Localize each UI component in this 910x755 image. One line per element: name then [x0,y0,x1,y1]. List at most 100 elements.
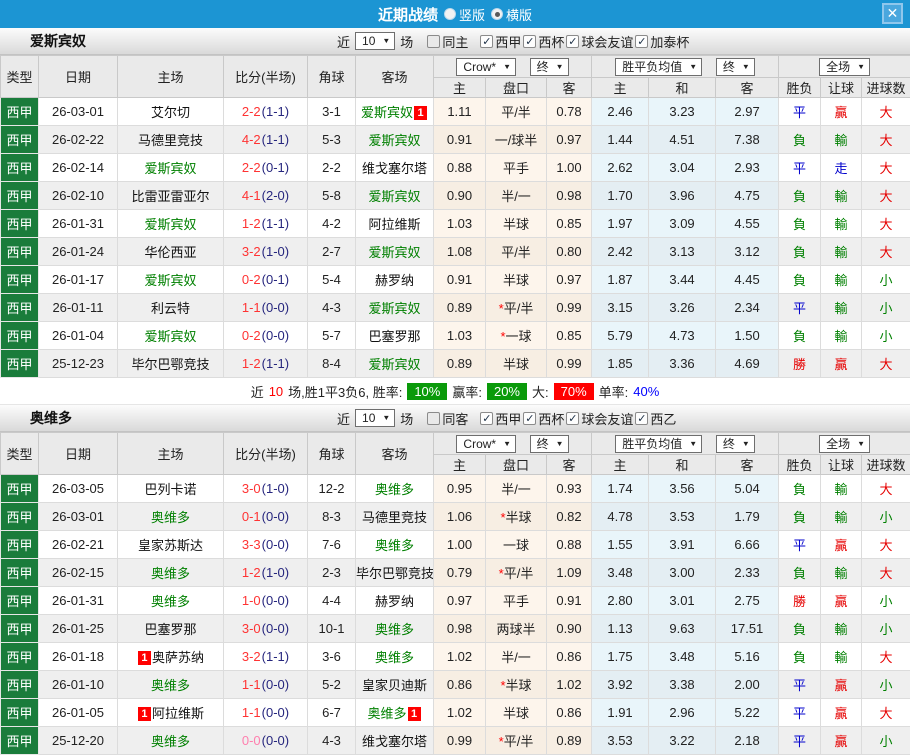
handicap-cell: 平手 [486,587,547,615]
wdl-away-cell: 7.38 [716,126,779,154]
league-checkbox-friendly[interactable]: 球会友谊 [566,32,633,51]
wdl-away-cell: 4.69 [716,350,779,378]
result-goals-cell: 大 [862,559,910,587]
same-venue-checkbox[interactable]: 同主 [427,32,468,51]
handicap-cell: *半球 [486,503,547,531]
wdl-avg-select[interactable]: 胜平负均值▼ [615,58,702,76]
match-row: 西甲25-12-20奥维多0-0(0-0)4-3维戈塞尔塔0.99*平/半0.8… [1,727,910,755]
fulltime-select[interactable]: 全场▼ [819,435,870,453]
result-handicap-cell: 贏 [821,727,862,755]
league-checkbox-laliga[interactable]: 西甲 [480,409,521,428]
final-wdl-select[interactable]: 终▼ [716,435,755,453]
result-handicap-cell: 輸 [821,182,862,210]
chevron-down-icon: ▼ [689,437,697,450]
league-checkbox-catalan[interactable]: 加泰杯 [635,32,689,51]
filters: 近 10 ▼ 场 同主 西甲 西杯 球会友谊 加泰杯 [337,28,689,54]
date-cell: 26-02-15 [39,559,118,587]
chevron-down-icon: ▼ [857,60,865,73]
close-button[interactable]: ✕ [882,3,903,24]
away-team-name: 爱斯宾奴 [368,357,420,372]
league-checkbox-laliga[interactable]: 西甲 [480,32,521,51]
handicap-cell: *平/半 [486,727,547,755]
match-row: 西甲26-01-11利云特1-1(0-0)4-3爱斯宾奴0.89*平/半0.99… [1,294,910,322]
checkbox-icon [427,35,440,48]
col-header-wdl-home: 主 [592,455,649,475]
result-handicap-cell: 輸 [821,126,862,154]
halftime-score: (0-0) [262,537,289,552]
wdl-home-cell: 3.15 [592,294,649,322]
odds-away-cell: 0.85 [547,322,592,350]
col-header-wdl-home: 主 [592,78,649,98]
fulltime-group-header: 全场▼ [779,56,910,78]
odds-home-cell: 0.91 [434,266,486,294]
wdl-away-cell: 3.12 [716,238,779,266]
radio-horizontal-layout[interactable]: 横版 [491,5,532,24]
away-team-cell: 巴塞罗那 [356,322,434,350]
matches-table-espanyol: 类型 日期 主场 比分(半场) 角球 客场 Crow*▼ 终▼ 胜平负均值▼ 终… [0,55,910,378]
away-team-name: 赫罗纳 [375,273,414,288]
score-cell: 1-0(0-0) [224,587,308,615]
radio-icon [444,8,456,20]
corner-cell: 12-2 [308,475,356,503]
chevron-down-icon: ▼ [503,60,511,73]
result-handicap-cell: 贏 [821,531,862,559]
home-team-cell: 奥维多 [118,587,224,615]
bookmaker-select[interactable]: Crow*▼ [456,58,516,76]
wdl-avg-select[interactable]: 胜平负均值▼ [615,435,702,453]
away-team-cell: 赫罗纳 [356,266,434,294]
wdl-away-cell: 17.51 [716,615,779,643]
away-team-cell: 爱斯宾奴1 [356,98,434,126]
odds-away-cell: 0.80 [547,238,592,266]
wdl-draw-cell: 3.26 [649,294,716,322]
radio-vertical-label: 竖版 [459,5,485,24]
wdl-draw-cell: 4.51 [649,126,716,154]
odds-home-cell: 1.00 [434,531,486,559]
league-checkbox-friendly[interactable]: 球会友谊 [566,409,633,428]
home-team-name: 爱斯宾奴 [144,273,196,288]
final-wdl-select[interactable]: 终▼ [716,58,755,76]
odds-home-cell: 0.88 [434,154,486,182]
corner-cell: 8-3 [308,503,356,531]
fulltime-select[interactable]: 全场▼ [819,58,870,76]
checkbox-icon [523,35,536,48]
score-cell: 3-0(0-0) [224,615,308,643]
result-wl-cell: 平 [779,98,821,126]
odds-away-cell: 0.85 [547,210,592,238]
result-handicap-cell: 輸 [821,503,862,531]
checkbox-icon [566,412,579,425]
bookmaker-select[interactable]: Crow*▼ [456,435,516,453]
corner-cell: 7-6 [308,531,356,559]
league-cell: 西甲 [1,154,39,182]
league-checkbox-segunda[interactable]: 西乙 [635,409,676,428]
match-count-select[interactable]: 10 ▼ [355,409,395,427]
odds-away-cell: 0.86 [547,699,592,727]
final-odds-select[interactable]: 终▼ [530,58,569,76]
corner-cell: 2-7 [308,238,356,266]
near-label: 近 [337,32,350,51]
home-team-name: 毕尔巴鄂竞技 [131,357,209,372]
odds-home-cell: 0.91 [434,126,486,154]
league-cell: 西甲 [1,294,39,322]
result-wl-cell: 勝 [779,350,821,378]
col-header-result-wl: 胜负 [779,78,821,98]
handicap-cell: 半/一 [486,475,547,503]
match-count-select[interactable]: 10 ▼ [355,32,395,50]
wdl-home-cell: 1.75 [592,643,649,671]
match-row: 西甲26-03-01奥维多0-1(0-0)8-3马德里竞技1.06*半球0.82… [1,503,910,531]
same-venue-checkbox[interactable]: 同客 [427,409,468,428]
league-cell: 西甲 [1,587,39,615]
checkbox-icon [427,412,440,425]
radio-vertical-layout[interactable]: 竖版 [444,5,485,24]
score-cell: 1-1(0-0) [224,671,308,699]
league-checkbox-copa[interactable]: 西杯 [523,32,564,51]
col-header-home: 主场 [118,56,224,98]
odds-home-cell: 1.03 [434,322,486,350]
final-odds-select[interactable]: 终▼ [530,435,569,453]
league-checkbox-copa[interactable]: 西杯 [523,409,564,428]
corner-cell: 4-3 [308,294,356,322]
chevron-down-icon: ▼ [857,437,865,450]
score-cell: 3-2(1-0) [224,238,308,266]
final-value: 终 [723,60,735,74]
red-card-badge: 1 [138,707,151,721]
handicap-cell: 半球 [486,699,547,727]
